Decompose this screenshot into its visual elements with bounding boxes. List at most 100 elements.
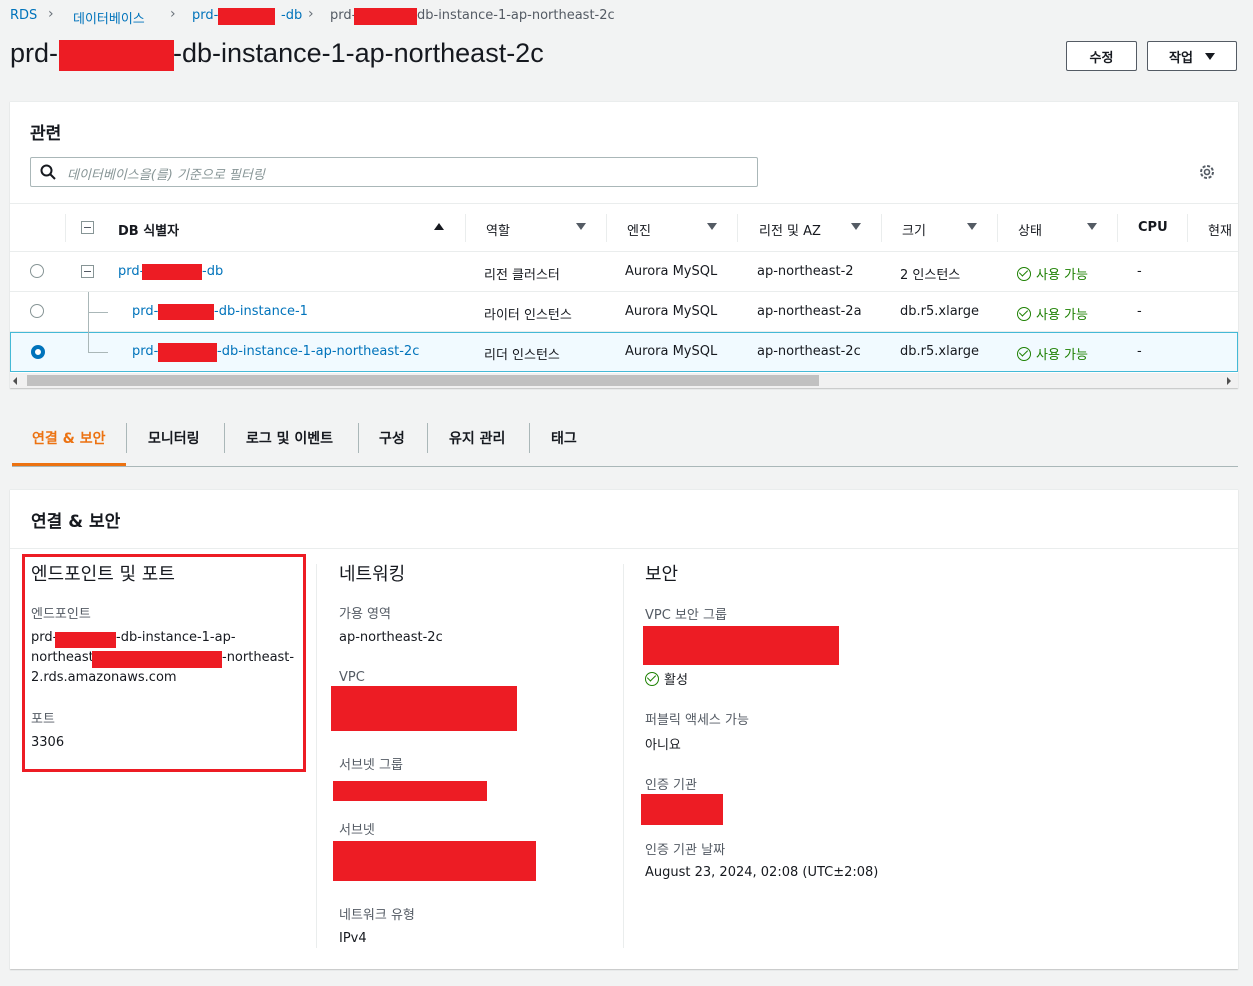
sort-icon[interactable] [576, 223, 586, 230]
endpoint-line2-suffix: -northeast- [222, 650, 295, 665]
sort-icon[interactable] [1087, 223, 1097, 230]
row-id-prefix[interactable]: prd- [118, 264, 144, 279]
row-status: 사용 가능 [1017, 304, 1088, 323]
chevron-right-icon: › [170, 6, 176, 22]
sort-icon[interactable] [851, 223, 861, 230]
row-cpu: - [1137, 264, 1142, 279]
tab-tags[interactable]: 태그 [551, 428, 577, 448]
related-heading: 관련 [30, 124, 62, 144]
endpoint-section-heading: 엔드포인트 및 포트 [31, 564, 175, 585]
sort-icon[interactable] [967, 223, 977, 230]
row-status: 사용 가능 [1017, 264, 1088, 283]
row-size: 2 인스턴스 [900, 268, 961, 283]
endpoint-line1-prefix: prd- [31, 630, 58, 645]
scroll-left-icon[interactable] [13, 377, 17, 385]
table-row[interactable]: prd- -db 리전 클러스터 Aurora MySQL ap-northea… [10, 252, 1238, 292]
row-role: 라이터 인스턴스 [484, 308, 572, 323]
col-region[interactable]: 리전 및 AZ [759, 220, 821, 239]
redaction [641, 794, 723, 825]
endpoint-label: 엔드포인트 [31, 607, 91, 622]
tree-line [88, 352, 108, 353]
actions-button[interactable]: 작업 [1147, 41, 1237, 71]
col-status[interactable]: 상태 [1018, 220, 1042, 239]
tree-line [88, 312, 108, 313]
search-placeholder: 데이터베이스을(를) 기준으로 필터링 [67, 168, 265, 183]
vpc-label: VPC [339, 670, 365, 685]
row-region: ap-northeast-2c [757, 344, 861, 359]
public-access-label: 퍼블릭 액세스 가능 [645, 713, 749, 728]
col-size[interactable]: 크기 [902, 220, 926, 239]
tab-configuration[interactable]: 구성 [379, 428, 405, 448]
connectivity-heading: 연결 & 보안 [31, 512, 121, 532]
ca-date-value: August 23, 2024, 02:08 (UTC±2:08) [645, 865, 879, 880]
redaction [331, 686, 517, 731]
collapse-all-icon[interactable] [81, 221, 94, 234]
network-type-value: IPv4 [339, 931, 367, 946]
row-radio[interactable] [30, 264, 44, 278]
row-region: ap-northeast-2a [757, 304, 862, 319]
redaction [59, 40, 174, 71]
row-radio-selected[interactable] [31, 345, 45, 359]
scrollbar-thumb[interactable] [27, 375, 819, 386]
ca-label: 인증 기관 [645, 778, 697, 793]
port-label: 포트 [31, 712, 55, 727]
tab-logs-events[interactable]: 로그 및 이벤트 [246, 428, 333, 448]
breadcrumb-cluster-prefix[interactable]: prd- [192, 8, 218, 23]
gear-icon[interactable] [1198, 163, 1216, 181]
chevron-right-icon: › [308, 6, 314, 22]
row-size: db.r5.xlarge [900, 304, 980, 319]
related-panel: 관련 데이터베이스을(를) 기준으로 필터링 DB 식별자 역할 엔진 리전 및… [10, 101, 1238, 388]
row-region: ap-northeast-2 [757, 264, 854, 279]
horizontal-scrollbar[interactable] [10, 373, 1238, 388]
table-header: DB 식별자 역할 엔진 리전 및 AZ 크기 상태 CPU 현재 [10, 203, 1238, 252]
ca-date-label: 인증 기관 날짜 [645, 843, 726, 858]
collapse-icon[interactable] [81, 265, 94, 278]
endpoint-line2-prefix: northeast [31, 650, 94, 665]
subnets-label: 서브넷 [339, 823, 375, 838]
redaction [333, 841, 536, 881]
modify-button[interactable]: 수정 [1066, 41, 1137, 71]
connectivity-panel: 연결 & 보안 엔드포인트 및 포트 엔드포인트 prd- -db-instan… [10, 489, 1238, 969]
tree-line [88, 332, 89, 352]
breadcrumb-databases[interactable]: 데이터베이스 [73, 8, 145, 27]
networking-section-heading: 네트워킹 [339, 564, 406, 585]
actions-label: 작업 [1169, 50, 1193, 66]
col-engine[interactable]: 엔진 [627, 220, 651, 239]
row-id-suffix[interactable]: -db-instance-1 [214, 304, 308, 319]
breadcrumb-cluster-suffix[interactable]: -db [281, 8, 302, 23]
tab-maintenance[interactable]: 유지 관리 [449, 428, 505, 448]
search-input[interactable]: 데이터베이스을(를) 기준으로 필터링 [30, 157, 758, 187]
subnet-group-label: 서브넷 그룹 [339, 758, 403, 773]
col-db-id[interactable]: DB 식별자 [118, 220, 179, 239]
row-id-prefix[interactable]: prd- [132, 304, 158, 319]
col-current[interactable]: 현재 [1208, 220, 1232, 239]
sort-icon[interactable] [707, 223, 717, 230]
row-engine: Aurora MySQL [625, 304, 718, 319]
redaction [158, 304, 214, 320]
row-radio[interactable] [30, 304, 44, 318]
tab-connectivity[interactable]: 연결 & 보안 [32, 428, 105, 448]
az-value: ap-northeast-2c [339, 630, 443, 645]
row-id-suffix[interactable]: -db-instance-1-ap-northeast-2c [217, 344, 419, 359]
redaction [333, 781, 487, 801]
public-access-value: 아니요 [645, 738, 681, 753]
active-tab-indicator [12, 463, 126, 466]
scroll-right-icon[interactable] [1227, 377, 1231, 385]
success-icon [645, 672, 659, 686]
security-group-status: 활성 [645, 669, 688, 688]
col-role[interactable]: 역할 [486, 220, 510, 239]
col-cpu[interactable]: CPU [1138, 220, 1168, 235]
redaction [354, 8, 417, 25]
row-id-suffix[interactable]: -db [202, 264, 223, 279]
chevron-right-icon: › [48, 6, 54, 22]
table-row[interactable]: prd- -db-instance-1 라이터 인스턴스 Aurora MySQ… [10, 292, 1238, 332]
row-engine: Aurora MySQL [625, 344, 718, 359]
tab-monitoring[interactable]: 모니터링 [148, 428, 200, 448]
table-row-selected[interactable]: prd- -db-instance-1-ap-northeast-2c 리더 인… [10, 332, 1238, 372]
row-id-prefix[interactable]: prd- [132, 344, 158, 359]
redaction [218, 8, 275, 25]
endpoint-line1-suffix: -db-instance-1-ap- [116, 630, 236, 645]
breadcrumb-rds[interactable]: RDS [10, 8, 37, 23]
sort-ascending-icon[interactable] [434, 223, 444, 230]
row-role: 리더 인스턴스 [484, 348, 560, 363]
